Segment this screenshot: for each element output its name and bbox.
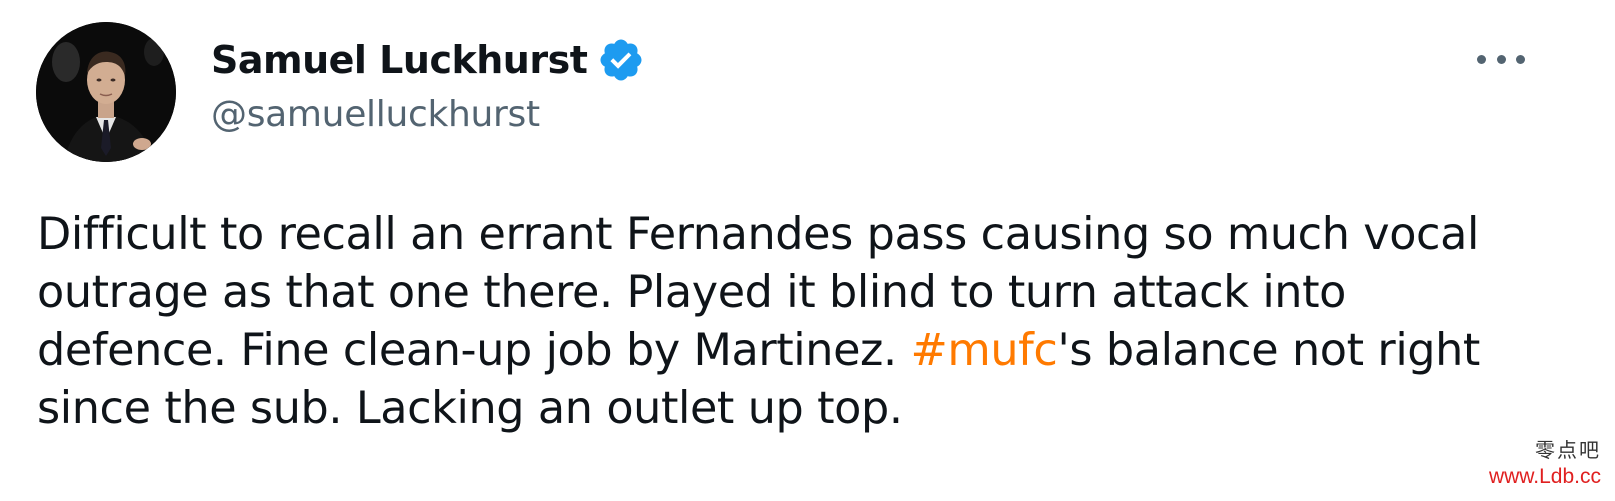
watermark-url: www.Ldb.cc — [1488, 465, 1601, 488]
author-handle[interactable]: @samuelluckhurst — [211, 94, 540, 135]
more-dot — [1477, 54, 1486, 64]
watermark: 零点吧 www.Ldb.cc — [1489, 434, 1601, 489]
avatar[interactable] — [36, 22, 176, 162]
watermark-chinese: 零点吧 — [1535, 438, 1601, 462]
author-display-name[interactable]: Samuel Luckhurst — [211, 38, 588, 82]
tweet-text-line: since the sub. Lacking an outlet up top. — [37, 383, 903, 434]
author-name-row: Samuel Luckhurst — [211, 34, 645, 86]
avatar-photo — [36, 22, 176, 162]
more-options-icon[interactable] — [1477, 46, 1525, 72]
tweet-card: Samuel Luckhurst @samuelluckhurst Diffic… — [0, 0, 1615, 501]
hashtag-link[interactable]: #mufc — [911, 325, 1058, 376]
tweet-text-segment: defence. Fine clean-up job by Martinez. — [37, 325, 911, 376]
tweet-text-segment: 's balance not right — [1057, 325, 1481, 376]
verified-badge-icon[interactable] — [597, 36, 645, 84]
tweet-text-line: defence. Fine clean-up job by Martinez. … — [37, 322, 1557, 380]
more-dot — [1516, 54, 1525, 64]
more-dot — [1496, 54, 1506, 64]
tweet-text-line: outrage as that one there. Played it bli… — [37, 267, 1346, 318]
tweet-text-line: Difficult to recall an errant Fernandes … — [37, 209, 1479, 260]
tweet-text: Difficult to recall an errant Fernandes … — [37, 206, 1557, 438]
